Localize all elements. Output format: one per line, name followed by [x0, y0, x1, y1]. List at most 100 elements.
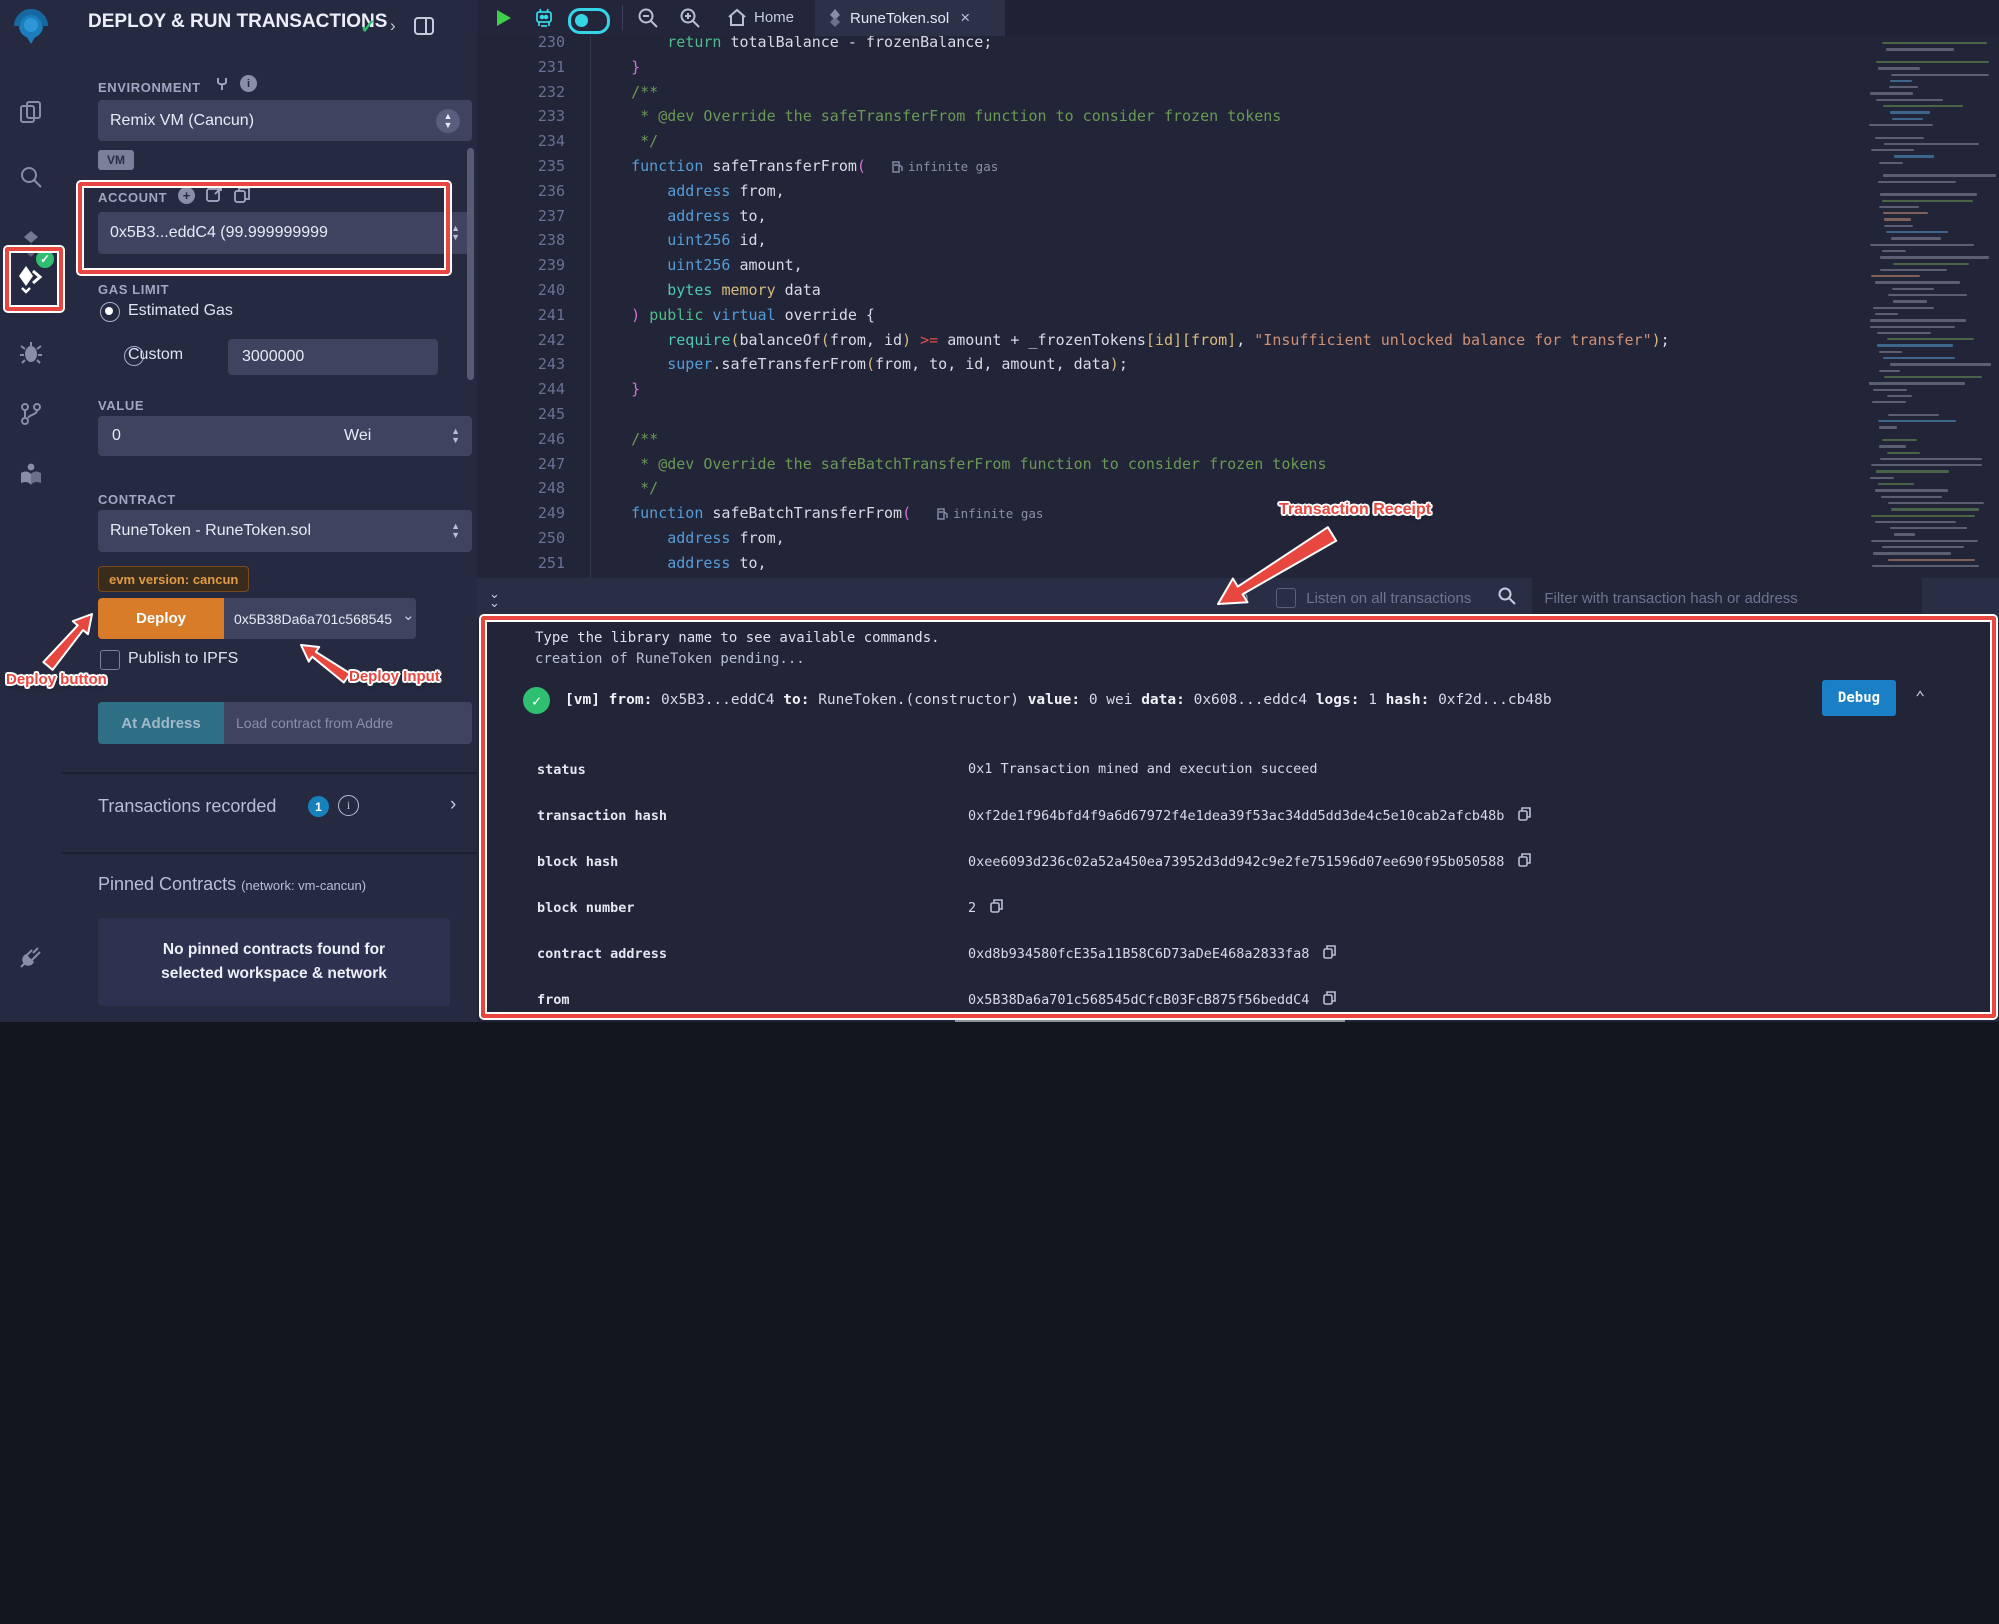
panel-title: DEPLOY & RUN TRANSACTIONS [88, 10, 388, 34]
sign-message-icon[interactable] [206, 186, 223, 208]
copy-account-icon[interactable] [234, 186, 250, 208]
expand-terminal-icon[interactable]: ⌄⌄ [489, 589, 500, 607]
estimated-gas-radio[interactable] [100, 302, 120, 322]
filter-input[interactable]: Filter with transaction hash or address [1532, 578, 1922, 618]
copy-icon[interactable] [990, 899, 1003, 917]
receipt-row-value: 0xee6093d236c02a52a450ea73952d3dd942c9e2… [968, 853, 1531, 871]
transactions-info-icon[interactable]: i [338, 795, 359, 816]
terminal-search-icon[interactable] [1497, 586, 1516, 610]
value-unit-select[interactable]: Wei ▲▼ [332, 416, 472, 456]
code-line: 246 /** [477, 427, 1857, 452]
zoom-out-icon[interactable] [636, 6, 659, 34]
line-number: 230 [477, 36, 595, 55]
copy-icon[interactable] [1518, 807, 1531, 825]
learn-icon[interactable] [0, 452, 62, 496]
toolbar-divider [622, 5, 623, 31]
copy-icon[interactable] [1323, 991, 1336, 1009]
gas-limit-label: GAS LIMIT [98, 282, 169, 297]
ai-toggle-knob [575, 14, 588, 27]
code-line: 247 * @dev Override the safeBatchTransfe… [477, 452, 1857, 477]
deploy-run-panel: DEPLOY & RUN TRANSACTIONS ✓ › ENVIRONMEN… [62, 0, 477, 1022]
file-explorer-icon[interactable] [0, 90, 62, 134]
collapse-receipt-icon[interactable]: ⌃ [1915, 688, 1925, 708]
publish-ipfs-checkbox[interactable] [100, 650, 120, 670]
deploy-expand-icon[interactable]: ⌄ [402, 606, 415, 624]
panel-forward-icon[interactable]: › [390, 16, 396, 36]
environment-label: ENVIRONMENT [98, 80, 201, 95]
value-unit-stepper-icon[interactable]: ▲▼ [451, 427, 460, 445]
terminal-line: Type the library name to see available c… [535, 630, 940, 646]
search-icon[interactable] [0, 155, 62, 199]
zoom-in-icon[interactable] [678, 6, 701, 34]
contract-select[interactable]: RuneToken - RuneToken.sol ▲▼ [98, 510, 472, 552]
code-editor[interactable]: 230 return totalBalance - frozenBalance;… [477, 36, 1999, 578]
infinite-gas-note: infinite gas [937, 501, 1043, 526]
receipt-row-value: 0xf2de1f964bfd4f9a6d67972f4e1dea39f53ac3… [968, 807, 1531, 825]
tabbar-rest [1005, 0, 1999, 36]
git-icon[interactable] [0, 392, 62, 436]
line-number: 231 [477, 55, 595, 80]
receipt-row-value: 0x1 Transaction mined and execution succ… [968, 761, 1318, 777]
run-script-icon[interactable] [492, 7, 514, 34]
listen-all-checkbox[interactable] [1276, 588, 1296, 608]
code-line: 237 address to, [477, 204, 1857, 229]
line-number: 245 [477, 402, 595, 427]
at-address-input[interactable]: Load contract from Addre [224, 702, 472, 744]
environment-stepper-icon[interactable]: ▲▼ [436, 109, 460, 133]
code-line: 238 uint256 id, [477, 228, 1857, 253]
transactions-count-badge: 1 [308, 796, 329, 817]
terminal-toolbar: ⌄⌄ 0 Listen on all transactions Filter w… [477, 578, 1999, 618]
transactions-recorded-label: Transactions recorded [98, 796, 276, 817]
code-line: 243 super.safeTransferFrom(from, to, id,… [477, 352, 1857, 377]
line-number: 239 [477, 253, 595, 278]
copy-icon[interactable] [1518, 853, 1531, 871]
code-line: 233 * @dev Override the safeTransferFrom… [477, 104, 1857, 129]
at-address-button[interactable]: At Address [98, 702, 224, 744]
receipt-row-label: block number [537, 900, 635, 916]
plugin-manager-icon[interactable] [0, 935, 62, 979]
line-number: 236 [477, 179, 595, 204]
receipt-row-value: 0xd8b934580fcE35a11B58C6D73aDeE468a2833f… [968, 945, 1336, 963]
value-input[interactable]: 0 [98, 416, 358, 456]
debug-button[interactable]: Debug [1822, 680, 1896, 716]
debugger-icon[interactable] [0, 330, 62, 374]
remix-logo[interactable] [0, 6, 62, 50]
environment-select[interactable]: Remix VM (Cancun) ▲▼ [98, 100, 472, 141]
receipt-row-label: status [537, 762, 586, 778]
line-number: 240 [477, 278, 595, 303]
environment-info-icon[interactable]: i [240, 75, 257, 92]
line-number: 237 [477, 204, 595, 229]
receipt-row-label: contract address [537, 946, 667, 962]
deploy-input[interactable]: 0x5B38Da6a701c568545 [224, 598, 416, 639]
transactions-expand-icon[interactable]: › [450, 794, 456, 816]
home-icon[interactable] [726, 6, 748, 33]
vm-badge: VM [98, 150, 134, 170]
code-line: 235 function safeTransferFrom(infinite g… [477, 154, 1857, 179]
contract-stepper-icon[interactable]: ▲▼ [451, 522, 460, 540]
account-select[interactable]: 0x5B3...eddC4 (99.999999999 ▲▼ [98, 212, 472, 254]
terminal[interactable]: Type the library name to see available c… [477, 618, 1999, 1022]
copy-icon[interactable] [1323, 945, 1336, 963]
tab-runetoken[interactable]: RuneToken.sol × [815, 0, 1005, 36]
tx-success-icon: ✓ [523, 687, 550, 714]
custom-gas-input[interactable]: 3000000 [228, 339, 438, 375]
deploy-button[interactable]: Deploy [98, 598, 224, 639]
ai-toggle[interactable] [568, 8, 610, 34]
panel-scrollbar[interactable] [467, 148, 474, 380]
fork-state-icon[interactable] [214, 76, 230, 97]
code-line: 230 return totalBalance - frozenBalance; [477, 36, 1857, 55]
panel-layout-icon[interactable] [414, 17, 434, 40]
line-number: 238 [477, 228, 595, 253]
tx-summary[interactable]: [vm] from: 0x5B3...eddC4 to: RuneToken.(… [565, 692, 1552, 708]
add-account-icon[interactable]: + [178, 187, 195, 204]
publish-ipfs-label: Publish to IPFS [128, 650, 238, 668]
editor-minimap[interactable] [1865, 40, 1999, 576]
tab-close-icon[interactable]: × [960, 8, 970, 28]
home-tab[interactable]: Home [754, 9, 794, 26]
cutoff-row-sliver [955, 1016, 1345, 1022]
ai-assistant-icon[interactable] [532, 6, 556, 35]
code-line: 241 ) public virtual override { [477, 303, 1857, 328]
deploy-run-icon-active[interactable] [0, 252, 62, 306]
line-number: 247 [477, 452, 595, 477]
account-stepper-icon[interactable]: ▲▼ [451, 224, 460, 242]
